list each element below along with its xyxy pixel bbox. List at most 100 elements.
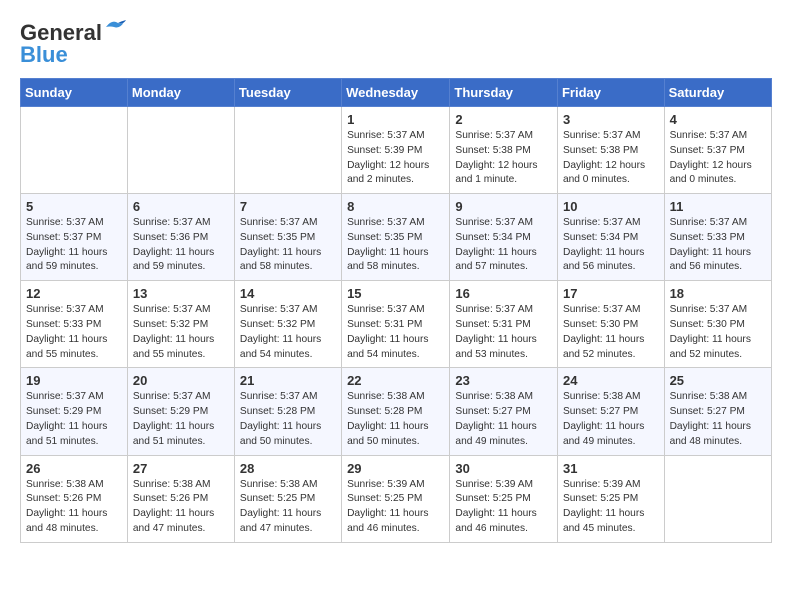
day-number: 7: [240, 199, 336, 214]
calendar-cell: 30 Sunrise: 5:39 AM Sunset: 5:25 PM Dayli…: [450, 455, 558, 542]
day-info: Sunrise: 5:37 AM Sunset: 5:34 PM Dayligh…: [563, 216, 659, 275]
calendar-cell: 28 Sunrise: 5:38 AM Sunset: 5:25 PM Dayli…: [234, 455, 341, 542]
day-info: Sunrise: 5:38 AM Sunset: 5:27 PM Dayligh…: [670, 390, 766, 449]
day-info: Sunrise: 5:37 AM Sunset: 5:32 PM Dayligh…: [133, 303, 229, 362]
calendar-week-row: 19 Sunrise: 5:37 AM Sunset: 5:29 PM Dayli…: [21, 368, 772, 455]
calendar-week-row: 1Sunrise: 5:37 AM Sunset: 5:39 PM Daylig…: [21, 107, 772, 194]
calendar-header-row: SundayMondayTuesdayWednesdayThursdayFrid…: [21, 79, 772, 107]
calendar-cell: 15Sunrise: 5:37 AM Sunset: 5:31 PM Dayli…: [342, 281, 450, 368]
day-number: 8: [347, 199, 444, 214]
day-info: Sunrise: 5:37 AM Sunset: 5:37 PM Dayligh…: [26, 216, 122, 275]
page-header: General Blue: [20, 20, 772, 68]
calendar-cell: 29 Sunrise: 5:39 AM Sunset: 5:25 PM Dayli…: [342, 455, 450, 542]
day-info: Sunrise: 5:37 AM Sunset: 5:38 PM Dayligh…: [455, 129, 552, 188]
day-number: 21: [240, 373, 336, 388]
day-info: Sunrise: 5:37 AM Sunset: 5:31 PM Dayligh…: [347, 303, 444, 362]
day-info: Sunrise: 5:37 AM Sunset: 5:29 PM Dayligh…: [26, 390, 122, 449]
calendar-cell: 10 Sunrise: 5:37 AM Sunset: 5:34 PM Dayli…: [557, 194, 664, 281]
day-number: 30: [455, 461, 552, 476]
day-number: 29: [347, 461, 444, 476]
weekday-header-wednesday: Wednesday: [342, 79, 450, 107]
day-number: 12: [26, 286, 122, 301]
weekday-header-sunday: Sunday: [21, 79, 128, 107]
day-info: Sunrise: 5:38 AM Sunset: 5:28 PM Dayligh…: [347, 390, 444, 449]
calendar-cell: 21 Sunrise: 5:37 AM Sunset: 5:28 PM Dayli…: [234, 368, 341, 455]
calendar-cell: 27 Sunrise: 5:38 AM Sunset: 5:26 PM Dayli…: [127, 455, 234, 542]
calendar-week-row: 26 Sunrise: 5:38 AM Sunset: 5:26 PM Dayli…: [21, 455, 772, 542]
day-number: 6: [133, 199, 229, 214]
day-info: Sunrise: 5:37 AM Sunset: 5:28 PM Dayligh…: [240, 390, 336, 449]
day-number: 31: [563, 461, 659, 476]
calendar-cell: 2 Sunrise: 5:37 AM Sunset: 5:38 PM Daylig…: [450, 107, 558, 194]
calendar-cell: 16 Sunrise: 5:37 AM Sunset: 5:31 PM Dayli…: [450, 281, 558, 368]
day-number: 13: [133, 286, 229, 301]
day-number: 11: [670, 199, 766, 214]
day-number: 25: [670, 373, 766, 388]
calendar-cell: 31 Sunrise: 5:39 AM Sunset: 5:25 PM Dayli…: [557, 455, 664, 542]
day-number: 1: [347, 112, 444, 127]
day-info: Sunrise: 5:37 AM Sunset: 5:38 PM Dayligh…: [563, 129, 659, 188]
calendar-cell: [234, 107, 341, 194]
calendar-cell: 11 Sunrise: 5:37 AM Sunset: 5:33 PM Dayli…: [664, 194, 771, 281]
calendar-cell: 22 Sunrise: 5:38 AM Sunset: 5:28 PM Dayli…: [342, 368, 450, 455]
day-number: 16: [455, 286, 552, 301]
day-number: 22: [347, 373, 444, 388]
day-info: Sunrise: 5:39 AM Sunset: 5:25 PM Dayligh…: [347, 478, 444, 537]
calendar-cell: 8 Sunrise: 5:37 AM Sunset: 5:35 PM Daylig…: [342, 194, 450, 281]
calendar-cell: [127, 107, 234, 194]
day-info: Sunrise: 5:37 AM Sunset: 5:32 PM Dayligh…: [240, 303, 336, 362]
day-info: Sunrise: 5:37 AM Sunset: 5:36 PM Dayligh…: [133, 216, 229, 275]
day-info: Sunrise: 5:38 AM Sunset: 5:26 PM Dayligh…: [26, 478, 122, 537]
day-number: 10: [563, 199, 659, 214]
day-info: Sunrise: 5:37 AM Sunset: 5:33 PM Dayligh…: [26, 303, 122, 362]
day-info: Sunrise: 5:37 AM Sunset: 5:35 PM Dayligh…: [240, 216, 336, 275]
day-number: 19: [26, 373, 122, 388]
calendar-cell: [21, 107, 128, 194]
weekday-header-monday: Monday: [127, 79, 234, 107]
day-info: Sunrise: 5:37 AM Sunset: 5:33 PM Dayligh…: [670, 216, 766, 275]
day-info: Sunrise: 5:38 AM Sunset: 5:25 PM Dayligh…: [240, 478, 336, 537]
logo: General Blue: [20, 20, 126, 68]
calendar-cell: 18 Sunrise: 5:37 AM Sunset: 5:30 PM Dayli…: [664, 281, 771, 368]
calendar-cell: [664, 455, 771, 542]
weekday-header-tuesday: Tuesday: [234, 79, 341, 107]
day-number: 27: [133, 461, 229, 476]
calendar-cell: 5Sunrise: 5:37 AM Sunset: 5:37 PM Daylig…: [21, 194, 128, 281]
day-number: 9: [455, 199, 552, 214]
day-info: Sunrise: 5:39 AM Sunset: 5:25 PM Dayligh…: [455, 478, 552, 537]
day-number: 26: [26, 461, 122, 476]
calendar-cell: 6 Sunrise: 5:37 AM Sunset: 5:36 PM Daylig…: [127, 194, 234, 281]
calendar-cell: 17Sunrise: 5:37 AM Sunset: 5:30 PM Dayli…: [557, 281, 664, 368]
day-info: Sunrise: 5:38 AM Sunset: 5:27 PM Dayligh…: [455, 390, 552, 449]
day-number: 3: [563, 112, 659, 127]
calendar-cell: 3 Sunrise: 5:37 AM Sunset: 5:38 PM Daylig…: [557, 107, 664, 194]
weekday-header-thursday: Thursday: [450, 79, 558, 107]
calendar-cell: 14 Sunrise: 5:37 AM Sunset: 5:32 PM Dayli…: [234, 281, 341, 368]
day-number: 4: [670, 112, 766, 127]
day-info: Sunrise: 5:37 AM Sunset: 5:34 PM Dayligh…: [455, 216, 552, 275]
day-info: Sunrise: 5:37 AM Sunset: 5:30 PM Dayligh…: [563, 303, 659, 362]
day-number: 23: [455, 373, 552, 388]
day-number: 2: [455, 112, 552, 127]
day-info: Sunrise: 5:37 AM Sunset: 5:37 PM Dayligh…: [670, 129, 766, 188]
calendar-cell: 4 Sunrise: 5:37 AM Sunset: 5:37 PM Daylig…: [664, 107, 771, 194]
day-info: Sunrise: 5:38 AM Sunset: 5:26 PM Dayligh…: [133, 478, 229, 537]
day-info: Sunrise: 5:38 AM Sunset: 5:27 PM Dayligh…: [563, 390, 659, 449]
day-info: Sunrise: 5:37 AM Sunset: 5:30 PM Dayligh…: [670, 303, 766, 362]
calendar-cell: 1Sunrise: 5:37 AM Sunset: 5:39 PM Daylig…: [342, 107, 450, 194]
calendar-cell: 20Sunrise: 5:37 AM Sunset: 5:29 PM Dayli…: [127, 368, 234, 455]
day-info: Sunrise: 5:37 AM Sunset: 5:31 PM Dayligh…: [455, 303, 552, 362]
weekday-header-saturday: Saturday: [664, 79, 771, 107]
day-info: Sunrise: 5:37 AM Sunset: 5:35 PM Dayligh…: [347, 216, 444, 275]
calendar-cell: 24Sunrise: 5:38 AM Sunset: 5:27 PM Dayli…: [557, 368, 664, 455]
day-number: 18: [670, 286, 766, 301]
day-number: 28: [240, 461, 336, 476]
calendar-cell: 9 Sunrise: 5:37 AM Sunset: 5:34 PM Daylig…: [450, 194, 558, 281]
logo-bird-icon: [104, 19, 126, 37]
day-number: 20: [133, 373, 229, 388]
calendar-table: SundayMondayTuesdayWednesdayThursdayFrid…: [20, 78, 772, 543]
day-info: Sunrise: 5:39 AM Sunset: 5:25 PM Dayligh…: [563, 478, 659, 537]
day-number: 14: [240, 286, 336, 301]
logo-blue: Blue: [20, 42, 68, 68]
calendar-cell: 19 Sunrise: 5:37 AM Sunset: 5:29 PM Dayli…: [21, 368, 128, 455]
